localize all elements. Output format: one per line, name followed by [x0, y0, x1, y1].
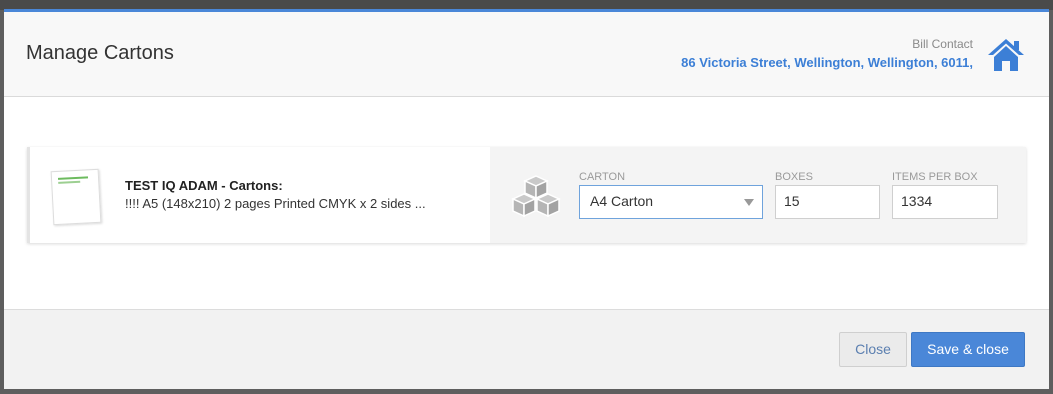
thumbnail-line: [58, 180, 81, 184]
items-per-box-input[interactable]: 1334: [892, 185, 998, 219]
product-info: TEST IQ ADAM - Cartons: !!!! A5 (148x210…: [30, 147, 490, 243]
bill-contact-address[interactable]: 86 Victoria Street, Wellington, Wellingt…: [681, 55, 973, 70]
items-per-box-label: ITEMS PER BOX: [892, 171, 978, 183]
product-carton-card: TEST IQ ADAM - Cartons: !!!! A5 (148x210…: [27, 147, 1026, 243]
modal-footer: Close Save & close: [4, 309, 1049, 389]
product-title: TEST IQ ADAM - Cartons:: [125, 178, 283, 193]
carton-select-value: A4 Carton: [590, 193, 654, 209]
modal-header: Manage Cartons Bill Contact 86 Victoria …: [4, 12, 1049, 97]
product-description: !!!! A5 (148x210) 2 pages Printed CMYK x…: [125, 196, 426, 211]
carton-settings: CARTON A4 Carton BOXES 15 ITEMS PER BOX …: [490, 147, 1026, 243]
bill-contact-label: Bill Contact: [912, 37, 973, 51]
boxes-input[interactable]: 15: [775, 185, 880, 219]
carton-select[interactable]: A4 Carton: [579, 185, 763, 219]
home-icon[interactable]: [986, 37, 1026, 73]
carton-label: CARTON: [579, 171, 626, 183]
manage-cartons-modal: Manage Cartons Bill Contact 86 Victoria …: [4, 9, 1049, 389]
chevron-down-icon: [744, 199, 754, 206]
save-close-button[interactable]: Save & close: [911, 332, 1025, 367]
thumbnail-line: [57, 176, 89, 180]
modal-title: Manage Cartons: [26, 42, 174, 64]
close-button[interactable]: Close: [839, 332, 907, 367]
cubes-icon: [511, 175, 561, 218]
product-thumbnail: [50, 168, 102, 226]
boxes-label: BOXES: [775, 171, 813, 183]
